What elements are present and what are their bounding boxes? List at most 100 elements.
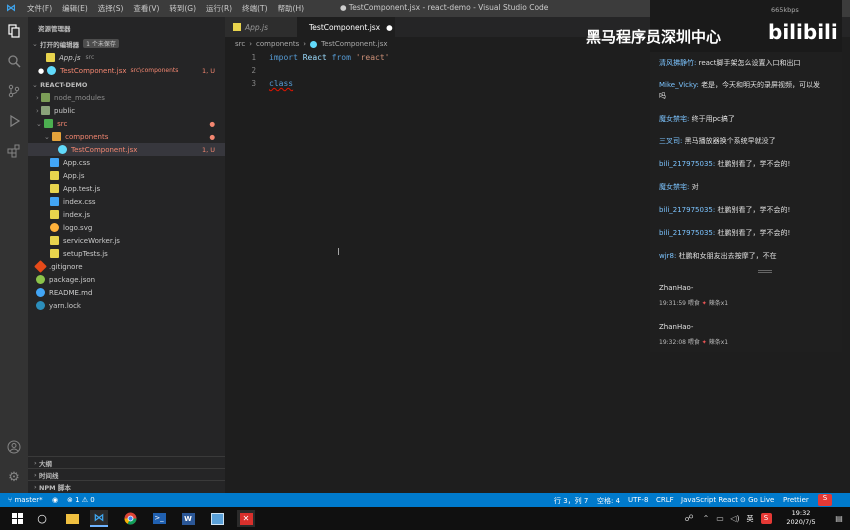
tab-testcomponent[interactable]: TestComponent.jsx ●: [297, 17, 395, 37]
open-editor-app-js[interactable]: App.js src: [28, 51, 225, 64]
live-chat-overlay: 665kbps 清风拂静竹: react脚手架怎么设置入口和出口 Mike_Vi…: [650, 0, 842, 352]
encoding-status[interactable]: UTF-8: [628, 496, 648, 504]
explorer-sidebar: 资源管理器 ⌄ 打开的编辑器 1 个未保存 App.js src ● TestC…: [28, 17, 225, 493]
folder-icon: [52, 132, 62, 141]
tree-item-label: src: [57, 119, 68, 128]
tree-item-label: public: [54, 106, 76, 115]
source-control-icon[interactable]: [4, 81, 24, 101]
clock-date: 2020/7/5: [786, 518, 816, 526]
tree-item-app-js[interactable]: App.js: [28, 169, 225, 182]
tree-item-label: TestComponent.jsx: [71, 145, 138, 154]
js-file-icon: [50, 171, 59, 180]
tree-item-index-css[interactable]: index.css: [28, 195, 225, 208]
tree-item-readme[interactable]: README.md: [28, 286, 225, 299]
file-explorer-icon[interactable]: [63, 510, 81, 527]
word-icon[interactable]: W: [179, 510, 197, 527]
xmind-icon[interactable]: ✕: [237, 510, 255, 527]
menu-file[interactable]: 文件(F): [22, 3, 57, 14]
tree-item-setuptests[interactable]: setupTests.js: [28, 247, 225, 260]
gift-time: 19:31:59 喂食: [659, 300, 700, 307]
tree-item-node-modules[interactable]: › node_modules: [28, 91, 225, 104]
vscode-logo-icon[interactable]: ⋈: [0, 0, 22, 17]
chevron-down-icon: ⌄: [44, 132, 53, 141]
search-icon[interactable]: [4, 51, 24, 71]
settings-gear-icon[interactable]: ⚙: [4, 467, 24, 487]
tree-item-components[interactable]: ⌄ components ●: [28, 130, 225, 143]
tree-item-package-json[interactable]: package.json: [28, 273, 225, 286]
tree-item-app-css[interactable]: App.css: [28, 156, 225, 169]
tree-item-logo-svg[interactable]: logo.svg: [28, 221, 225, 234]
open-editor-testcomponent[interactable]: ● TestComponent.jsx src\components 1, U: [28, 64, 225, 77]
clock-time: 19:32: [791, 509, 811, 517]
tree-item-app-test-js[interactable]: App.test.js: [28, 182, 225, 195]
tree-item-src[interactable]: ⌄ src ●: [28, 117, 225, 130]
go-live-button[interactable]: ⊙ Go Live: [740, 496, 774, 504]
outline-panel[interactable]: › 大纲: [28, 456, 225, 468]
windows-start-icon[interactable]: [8, 510, 26, 527]
indent-status[interactable]: 空格: 4: [597, 496, 620, 506]
code-line-3[interactable]: class: [269, 79, 293, 88]
problems-status[interactable]: ⊗ 1 ⚠ 0: [67, 496, 95, 504]
chat-message: 三叉司: 黑马播放器换个系统早就没了: [659, 136, 776, 146]
breadcrumb-components[interactable]: components: [256, 40, 299, 48]
sync-icon[interactable]: ◉: [52, 496, 58, 504]
tree-item-label: App.js: [63, 171, 85, 180]
tree-item-label: App.test.js: [63, 184, 101, 193]
branch-status[interactable]: ⑂ master*: [8, 496, 43, 504]
test-file-icon: [50, 184, 59, 193]
chat-text: 老是，今天和明天的录屏视频，可以发: [701, 81, 821, 89]
extensions-icon[interactable]: [4, 141, 24, 161]
resize-handle[interactable]: [758, 270, 772, 273]
chrome-icon[interactable]: [121, 510, 139, 527]
code-line-1[interactable]: import React from 'react': [269, 53, 389, 62]
tree-item-gitignore[interactable]: .gitignore: [28, 260, 225, 273]
react-file-icon: [58, 145, 67, 154]
tree-item-testcomponent[interactable]: TestComponent.jsx 1, U: [28, 143, 225, 156]
open-editors-header[interactable]: ⌄ 打开的编辑器 1 个未保存: [28, 37, 225, 50]
cursor-position[interactable]: 行 3，列 7: [554, 496, 588, 506]
remote-desktop-icon[interactable]: [208, 510, 226, 527]
tree-item-index-js[interactable]: index.js: [28, 208, 225, 221]
vscode-taskbar-icon[interactable]: ⋈: [90, 510, 108, 527]
prettier-status[interactable]: Prettier: [783, 496, 809, 504]
account-icon[interactable]: [4, 437, 24, 457]
menu-edit[interactable]: 编辑(E): [57, 3, 93, 14]
line-number: 1: [251, 53, 256, 62]
breadcrumb-file[interactable]: TestComponent.jsx: [321, 40, 387, 48]
open-editor-path: src: [85, 54, 95, 61]
explorer-icon[interactable]: [4, 21, 24, 41]
project-header[interactable]: ⌄ REACT-DEMO: [28, 78, 225, 91]
tree-item-yarn-lock[interactable]: yarn.lock: [28, 299, 225, 312]
menu-terminal[interactable]: 终端(T): [237, 3, 272, 14]
search-icon[interactable]: ○: [33, 510, 51, 527]
tab-app-js[interactable]: App.js: [225, 17, 297, 37]
unsaved-dot-icon[interactable]: ●: [386, 23, 393, 32]
svg-file-icon: [50, 223, 59, 232]
clock[interactable]: 19:32 2020/7/5: [778, 509, 824, 527]
menu-run[interactable]: 运行(R): [201, 3, 237, 14]
menu-selection[interactable]: 选择(S): [93, 3, 129, 14]
menu-go[interactable]: 转到(G): [164, 3, 201, 14]
npm-scripts-panel[interactable]: › NPM 脚本: [28, 480, 225, 492]
chat-username: bili_217975035:: [659, 229, 716, 237]
language-mode[interactable]: JavaScript React: [681, 496, 738, 504]
menu-view[interactable]: 查看(V): [128, 3, 164, 14]
tree-item-label: index.js: [63, 210, 90, 219]
menu-help[interactable]: 帮助(H): [273, 3, 310, 14]
gift-entry: 19:31:59 喂食 ✦ 辣条x1: [659, 298, 728, 307]
run-debug-icon[interactable]: [4, 111, 24, 131]
tree-item-public[interactable]: › public: [28, 104, 225, 117]
powershell-icon[interactable]: >_: [150, 510, 168, 527]
people-icon[interactable]: ☍: [680, 510, 698, 527]
tree-item-serviceworker[interactable]: serviceWorker.js: [28, 234, 225, 247]
tree-item-label: logo.svg: [63, 223, 93, 232]
breadcrumb-src[interactable]: src: [235, 40, 245, 48]
timeline-panel[interactable]: › 时间线: [28, 468, 225, 480]
sogou-ime-icon[interactable]: S: [818, 494, 832, 506]
gift-time: 19:32:08 喂食: [659, 339, 700, 346]
chat-username: bili_217975035:: [659, 160, 716, 168]
chevron-right-icon: ›: [303, 40, 307, 48]
sogou-tray-icon[interactable]: S: [757, 510, 775, 527]
eol-status[interactable]: CRLF: [656, 496, 674, 504]
notification-icon[interactable]: ▤: [830, 510, 848, 527]
